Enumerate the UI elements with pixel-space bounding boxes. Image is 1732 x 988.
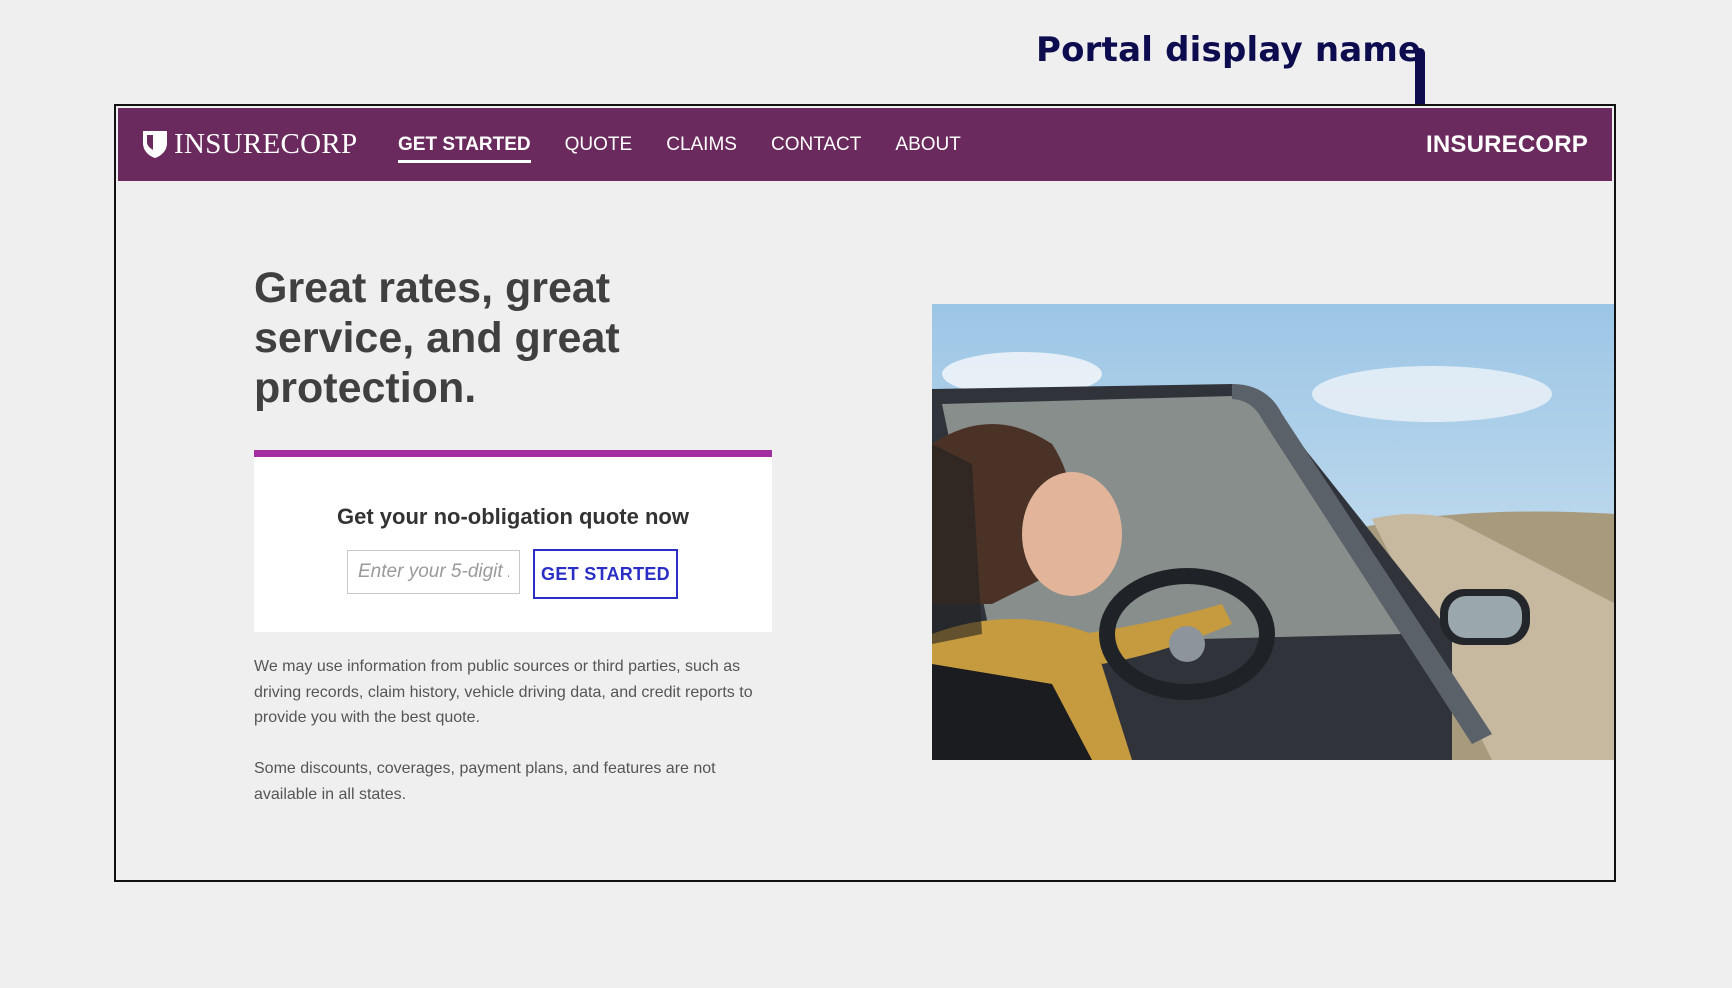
nav-item-quote[interactable]: QUOTE [565, 108, 633, 181]
logo-text: INSURECORP [174, 127, 358, 160]
nav-item-claims[interactable]: CLAIMS [666, 108, 737, 181]
hero-image-woman-driving [932, 304, 1614, 760]
annotation-label: Portal display name [1036, 30, 1422, 70]
nav-item-about[interactable]: ABOUT [895, 108, 960, 181]
nav-menu: GET STARTED QUOTE CLAIMS CONTACT ABOUT [398, 108, 995, 181]
hero-heading: Great rates, great service, and great pr… [254, 264, 620, 412]
quote-card-title: Get your no-obligation quote now [337, 504, 689, 529]
top-navbar: INSURECORP GET STARTED QUOTE CLAIMS CONT… [118, 108, 1612, 181]
disclaimer-data-usage: We may use information from public sourc… [254, 658, 753, 726]
portal-display-name: INSURECORP [1425, 131, 1588, 158]
nav-item-contact[interactable]: CONTACT [771, 108, 861, 181]
zip-code-input[interactable] [347, 550, 520, 594]
logo[interactable]: INSURECORP [142, 127, 358, 161]
quote-card: Get your no-obligation quote now GET STA… [254, 450, 772, 632]
get-started-button[interactable]: GET STARTED [533, 549, 678, 599]
nav-item-get-started[interactable]: GET STARTED [398, 108, 531, 181]
shield-icon [143, 131, 167, 158]
disclaimer-availability: Some discounts, coverages, payment plans… [254, 760, 716, 803]
portal-screenshot-frame: INSURECORP GET STARTED QUOTE CLAIMS CONT… [114, 104, 1616, 882]
